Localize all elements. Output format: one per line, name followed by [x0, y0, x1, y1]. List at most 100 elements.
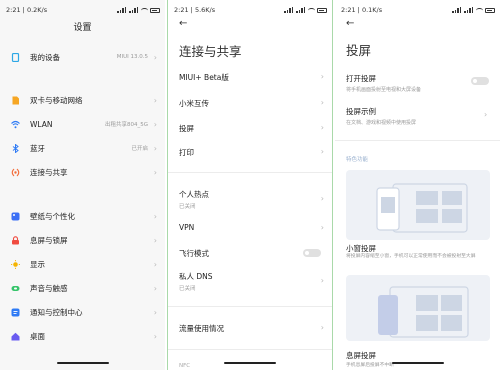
wifi-icon [11, 120, 20, 129]
list-item-title: 小米互传 [179, 99, 209, 108]
chevron-right-icon: › [320, 223, 324, 232]
list-item-title: VPN [179, 223, 195, 232]
list-item-title: 流量使用情况 [179, 324, 224, 333]
signal-icon [117, 7, 127, 13]
cast-demo-row[interactable]: 投屏示例 在文档、游戏和视频中使用投屏 [346, 106, 476, 126]
settings-item-home[interactable]: 桌面 › [0, 326, 165, 346]
status-time: 2:21 [341, 6, 356, 14]
settings-item-label: 双卡与移动网络 [30, 95, 83, 105]
screen-off-illustration [378, 286, 469, 338]
settings-item-wallpaper[interactable]: 壁纸与个性化 › [0, 206, 165, 226]
battery-icon [485, 7, 495, 13]
settings-item-label: 蓝牙 [30, 143, 45, 153]
feature-card-screen-off[interactable] [346, 275, 490, 341]
list-item-title: 打印 [179, 148, 194, 157]
battery-icon [150, 7, 160, 13]
settings-item-label: 通知与控制中心 [30, 307, 83, 317]
list-item-title: MIUI+ Beta版 [179, 73, 229, 82]
feature-title: 小窗投屏 [346, 244, 376, 253]
settings-item-label: 壁纸与个性化 [30, 211, 75, 221]
chevron-right-icon: › [153, 143, 157, 153]
chevron-right-icon: › [153, 259, 157, 269]
bluetooth-icon [11, 143, 20, 153]
airplane-mode-toggle[interactable] [303, 249, 321, 257]
home-indicator[interactable] [391, 362, 444, 364]
list-item-data-usage[interactable]: 流量使用情况 › [179, 323, 324, 334]
list-item-title: 私人 DNS [179, 272, 213, 281]
settings-item-value: 出租共享804_5G [104, 122, 148, 128]
settings-item-value: 已开启 [131, 146, 148, 152]
settings-item-my-device[interactable]: 我的设备 MIUI 13.0.5 › [0, 47, 165, 67]
page-title: 投屏 [346, 43, 372, 58]
settings-item-sim[interactable]: 双卡与移动网络 › [0, 90, 165, 110]
chevron-right-icon: › [153, 211, 157, 221]
list-item-title: 个人热点 [179, 190, 209, 199]
cast-toggle-title: 打开投屏 [346, 74, 376, 83]
chevron-right-icon: › [153, 235, 157, 245]
list-item-private-dns[interactable]: 私人 DNS 已关闭 › [179, 271, 324, 292]
settings-item-label: 桌面 [30, 331, 45, 341]
settings-item-bluetooth[interactable]: 蓝牙 已开启 › [0, 138, 165, 158]
status-speed: 0.1K/s [361, 6, 383, 14]
status-time: 2:21 [174, 6, 189, 14]
battery-icon [317, 7, 327, 13]
list-item-subtitle: 已关闭 [179, 204, 196, 210]
settings-item-connection-share[interactable]: 连接与共享 › [0, 162, 165, 182]
list-item-mi-share[interactable]: 小米互传 › [179, 98, 324, 109]
settings-item-value: MIUI 13.0.5 [116, 54, 148, 60]
settings-item-sound[interactable]: 声音与触感 › [0, 278, 165, 298]
status-speed: 5.6K/s [194, 6, 216, 14]
sound-icon [11, 284, 20, 293]
notification-icon [11, 308, 20, 317]
wifi-status-icon [308, 7, 315, 13]
settings-item-label: 息屏与锁屏 [30, 235, 68, 245]
cast-toggle-row[interactable]: 打开投屏 将手机画面投射至电视和大屏设备 [346, 73, 466, 93]
feature-title: 息屏投屏 [346, 351, 376, 360]
back-arrow-icon[interactable]: ← [179, 18, 187, 29]
list-item-hotspot[interactable]: 个人热点 已关闭 › [179, 189, 324, 210]
page-title: 连接与共享 [179, 44, 242, 59]
list-item-cast[interactable]: 投屏 › [179, 123, 324, 134]
divider [168, 349, 332, 350]
settings-item-lock-screen[interactable]: 息屏与锁屏 › [0, 230, 165, 250]
divider [168, 306, 332, 307]
signal-icon [452, 7, 462, 13]
home-indicator[interactable] [56, 362, 109, 364]
chevron-right-icon: › [153, 331, 157, 341]
section-label-nfc: NFC [179, 363, 191, 369]
chevron-right-icon: › [320, 323, 324, 332]
lock-icon [11, 235, 20, 245]
feature-subtitle: 将投屏内容缩至小窗，手机可以正常使用而不会被投射至大屏 [346, 254, 476, 259]
home-indicator[interactable] [224, 362, 276, 364]
chevron-right-icon: › [153, 307, 157, 317]
status-bar: 2:21 | 0.2K/s [6, 5, 160, 15]
settings-item-label: 声音与触感 [30, 283, 68, 293]
home-icon [11, 332, 20, 341]
cast-demo-title: 投屏示例 [346, 107, 376, 116]
back-arrow-icon[interactable]: ← [346, 18, 354, 29]
list-item-miui-plus[interactable]: MIUI+ Beta版 › [179, 72, 324, 83]
wifi-status-icon [141, 7, 148, 13]
chevron-right-icon: › [153, 119, 157, 129]
settings-item-notification[interactable]: 通知与控制中心 › [0, 302, 165, 322]
connection-share-icon [11, 168, 20, 177]
device-icon [11, 52, 20, 62]
chevron-right-icon: › [320, 123, 324, 132]
cast-screen: 2:21 | 0.1K/s ← 投屏 打开投屏 将手机画面投射至电视和大屏设备 … [335, 0, 500, 370]
list-item-title: 飞行模式 [179, 249, 209, 258]
feature-card-small-window[interactable] [346, 170, 490, 240]
divider [335, 140, 500, 141]
cast-demo-subtitle: 在文档、游戏和视频中使用投屏 [346, 120, 417, 126]
chevron-right-icon: › [320, 147, 324, 156]
list-item-title: 投屏 [179, 124, 194, 133]
settings-item-display[interactable]: 显示 › [0, 254, 165, 274]
divider [168, 172, 332, 173]
list-item-vpn[interactable]: VPN › [179, 223, 324, 232]
chevron-right-icon: › [484, 110, 488, 119]
settings-item-wlan[interactable]: WLAN 出租共享804_5G › [0, 114, 165, 134]
cast-toggle[interactable] [471, 77, 489, 85]
signal-icon [464, 7, 474, 13]
list-item-print[interactable]: 打印 › [179, 147, 324, 158]
section-label: 特色功能 [346, 157, 369, 163]
chevron-right-icon: › [320, 72, 324, 81]
